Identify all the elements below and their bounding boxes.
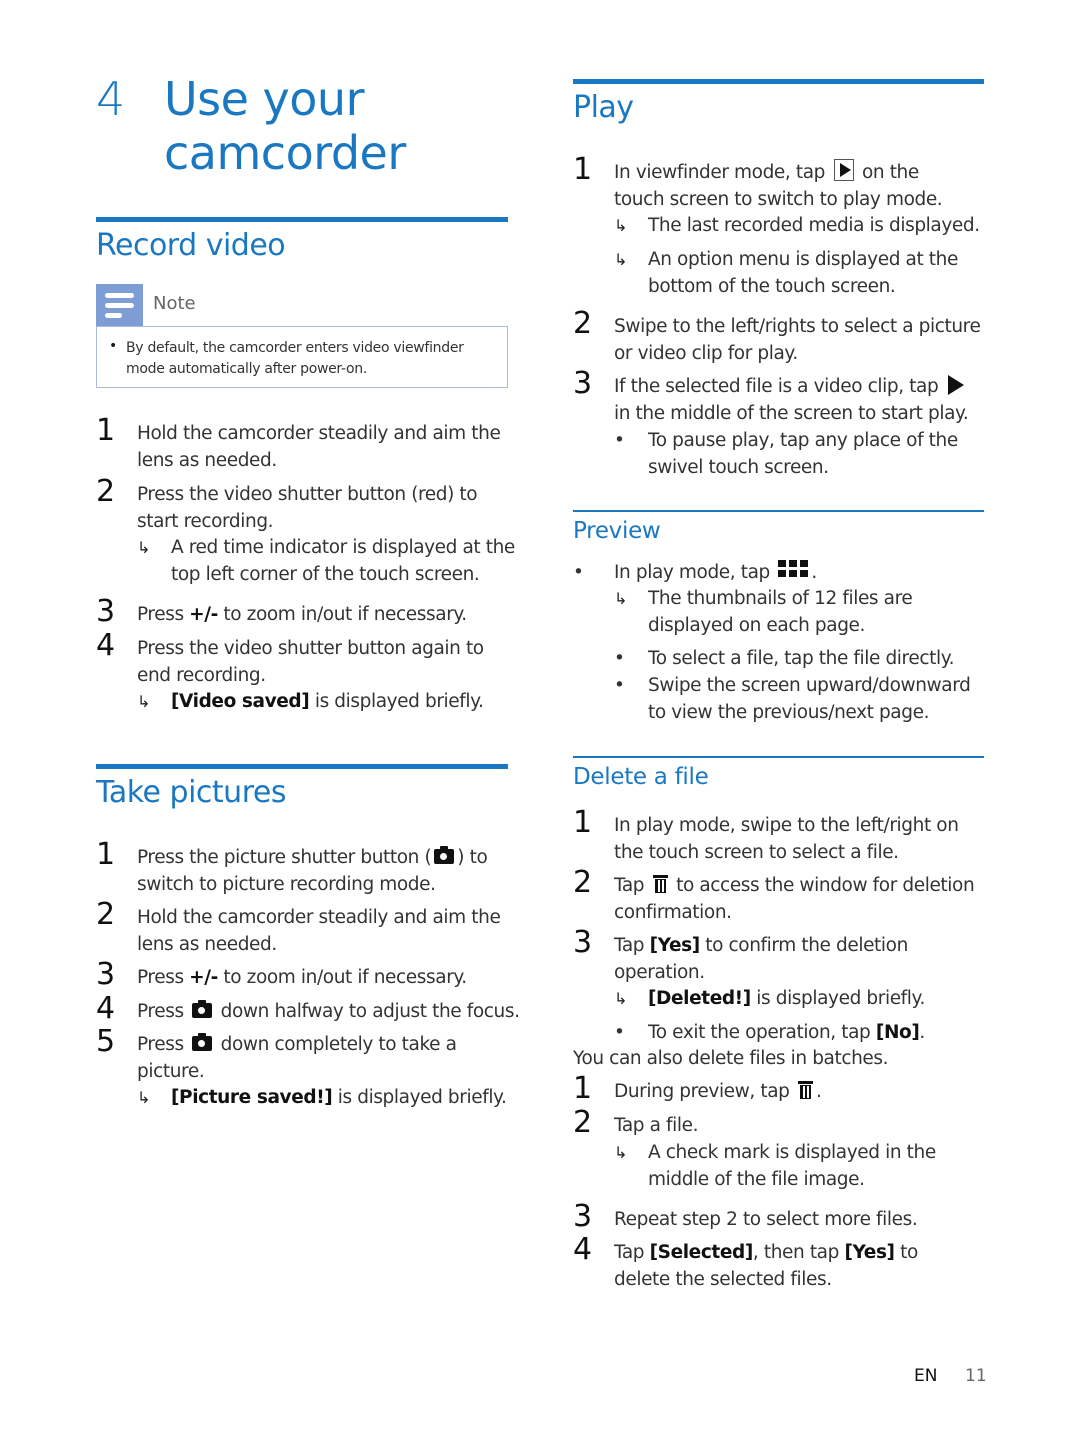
result-arrow-icon: ↳	[137, 692, 151, 711]
step-number: 2	[573, 1105, 593, 1140]
play-button-icon	[833, 159, 854, 181]
bullet-icon: •	[614, 648, 625, 669]
result-text: [Picture saved!] is displayed briefly.	[171, 1087, 507, 1108]
result-arrow-icon: ↳	[137, 1088, 151, 1107]
trash-icon	[652, 875, 668, 893]
section-heading-preview: Preview	[573, 518, 661, 544]
play-icon	[947, 375, 964, 395]
note-header: Note	[96, 284, 508, 326]
step-number: 3	[96, 594, 116, 629]
thumbnail-grid-icon	[778, 560, 809, 578]
camera-icon	[434, 846, 455, 864]
step-number: 4	[96, 628, 116, 663]
note-label: Note	[153, 293, 196, 314]
camera-icon	[192, 1000, 213, 1018]
bullet-icon: •	[614, 1022, 625, 1043]
step-text: Repeat step 2 to select more files.	[614, 1209, 918, 1230]
step-text: In play mode, swipe to the left/right on…	[614, 815, 959, 863]
note-icon	[96, 284, 143, 326]
step-number: 1	[573, 1071, 593, 1106]
step-number: 4	[573, 1232, 593, 1267]
step-text: In viewfinder mode, tap on the touch scr…	[614, 159, 974, 213]
bullet-icon: •	[614, 430, 625, 451]
step-number: 5	[96, 1024, 116, 1059]
step-number: 2	[573, 306, 593, 341]
step-number: 3	[573, 925, 593, 960]
step-number: 1	[573, 152, 593, 187]
bullet-text: To exit the operation, tap [No].	[648, 1022, 925, 1043]
language-label: EN	[914, 1366, 938, 1386]
page-number: 11	[965, 1366, 987, 1386]
step-number: 1	[96, 837, 116, 872]
step-text: Press the picture shutter button () to s…	[137, 846, 488, 895]
result-text: A red time indicator is displayed at the…	[171, 537, 515, 585]
bullet-text: To select a file, tap the file directly.	[648, 648, 955, 669]
step-text: Press down halfway to adjust the focus.	[137, 1000, 520, 1022]
result-arrow-icon: ↳	[614, 989, 628, 1008]
step-text: Hold the camcorder steadily and aim the …	[137, 907, 501, 955]
bullet-text: Swipe the screen upward/downward to view…	[648, 675, 971, 723]
step-text: Press +/- to zoom in/out if necessary.	[137, 604, 467, 625]
result-arrow-icon: ↳	[614, 250, 628, 269]
chapter-number: 4	[96, 72, 126, 126]
section-heading-record-video: Record video	[96, 228, 286, 263]
step-text: Press down completely to take a picture.	[137, 1033, 457, 1082]
step-number: 4	[96, 991, 116, 1026]
step-number: 2	[96, 474, 116, 509]
section-rule	[96, 217, 508, 222]
step-text: Tap to access the window for deletion co…	[614, 875, 975, 923]
note-text: By default, the camcorder enters video v…	[126, 340, 464, 377]
step-number: 1	[573, 805, 593, 840]
result-arrow-icon: ↳	[614, 1143, 628, 1162]
result-text: [Video saved] is displayed briefly.	[171, 691, 484, 712]
step-number: 3	[573, 1199, 593, 1234]
note-box: • By default, the camcorder enters video…	[96, 326, 508, 388]
step-text: If the selected file is a video clip, ta…	[614, 375, 969, 424]
section-rule	[573, 79, 984, 84]
step-text: Press the video shutter button again to …	[137, 638, 484, 686]
section-heading-take-pictures: Take pictures	[96, 775, 286, 810]
section-rule	[573, 756, 984, 758]
result-text: The thumbnails of 12 files are displayed…	[648, 588, 913, 636]
result-text: The last recorded media is displayed.	[648, 215, 980, 236]
step-text: Tap [Selected], then tap [Yes] to delete…	[614, 1242, 918, 1290]
camera-icon	[192, 1033, 213, 1051]
section-heading-play: Play	[573, 90, 634, 125]
bullet-icon: •	[109, 338, 118, 354]
step-text: Press the video shutter button (red) to …	[137, 484, 478, 532]
step-number: 1	[96, 413, 116, 448]
step-text: Tap [Yes] to confirm the deletion operat…	[614, 935, 908, 983]
result-text: An option menu is displayed at the botto…	[648, 249, 958, 297]
step-number: 3	[573, 366, 593, 401]
step-text: Swipe to the left/rights to select a pic…	[614, 316, 981, 364]
step-number: 2	[573, 865, 593, 900]
bullet-text: In play mode, tap .	[614, 560, 817, 583]
section-rule	[573, 510, 984, 512]
section-heading-delete-file: Delete a file	[573, 764, 709, 790]
result-arrow-icon: ↳	[614, 589, 628, 608]
result-arrow-icon: ↳	[614, 216, 628, 235]
result-text: A check mark is displayed in the middle …	[648, 1142, 936, 1190]
bullet-text: To pause play, tap any place of the swiv…	[648, 430, 958, 478]
trash-icon	[797, 1081, 813, 1099]
result-text: [Deleted!] is displayed briefly.	[648, 988, 925, 1009]
bullet-icon: •	[614, 675, 625, 696]
step-text: Hold the camcorder steadily and aim the …	[137, 423, 501, 471]
chapter-title: Use your camcorder	[164, 72, 406, 180]
batch-intro: You can also delete files in batches.	[573, 1048, 889, 1069]
step-number: 2	[96, 897, 116, 932]
step-number: 3	[96, 957, 116, 992]
step-text: During preview, tap .	[614, 1081, 822, 1102]
bullet-icon: •	[573, 562, 584, 583]
step-text: Tap a file.	[614, 1115, 699, 1136]
step-text: Press +/- to zoom in/out if necessary.	[137, 967, 467, 988]
section-rule	[96, 764, 508, 769]
result-arrow-icon: ↳	[137, 538, 151, 557]
